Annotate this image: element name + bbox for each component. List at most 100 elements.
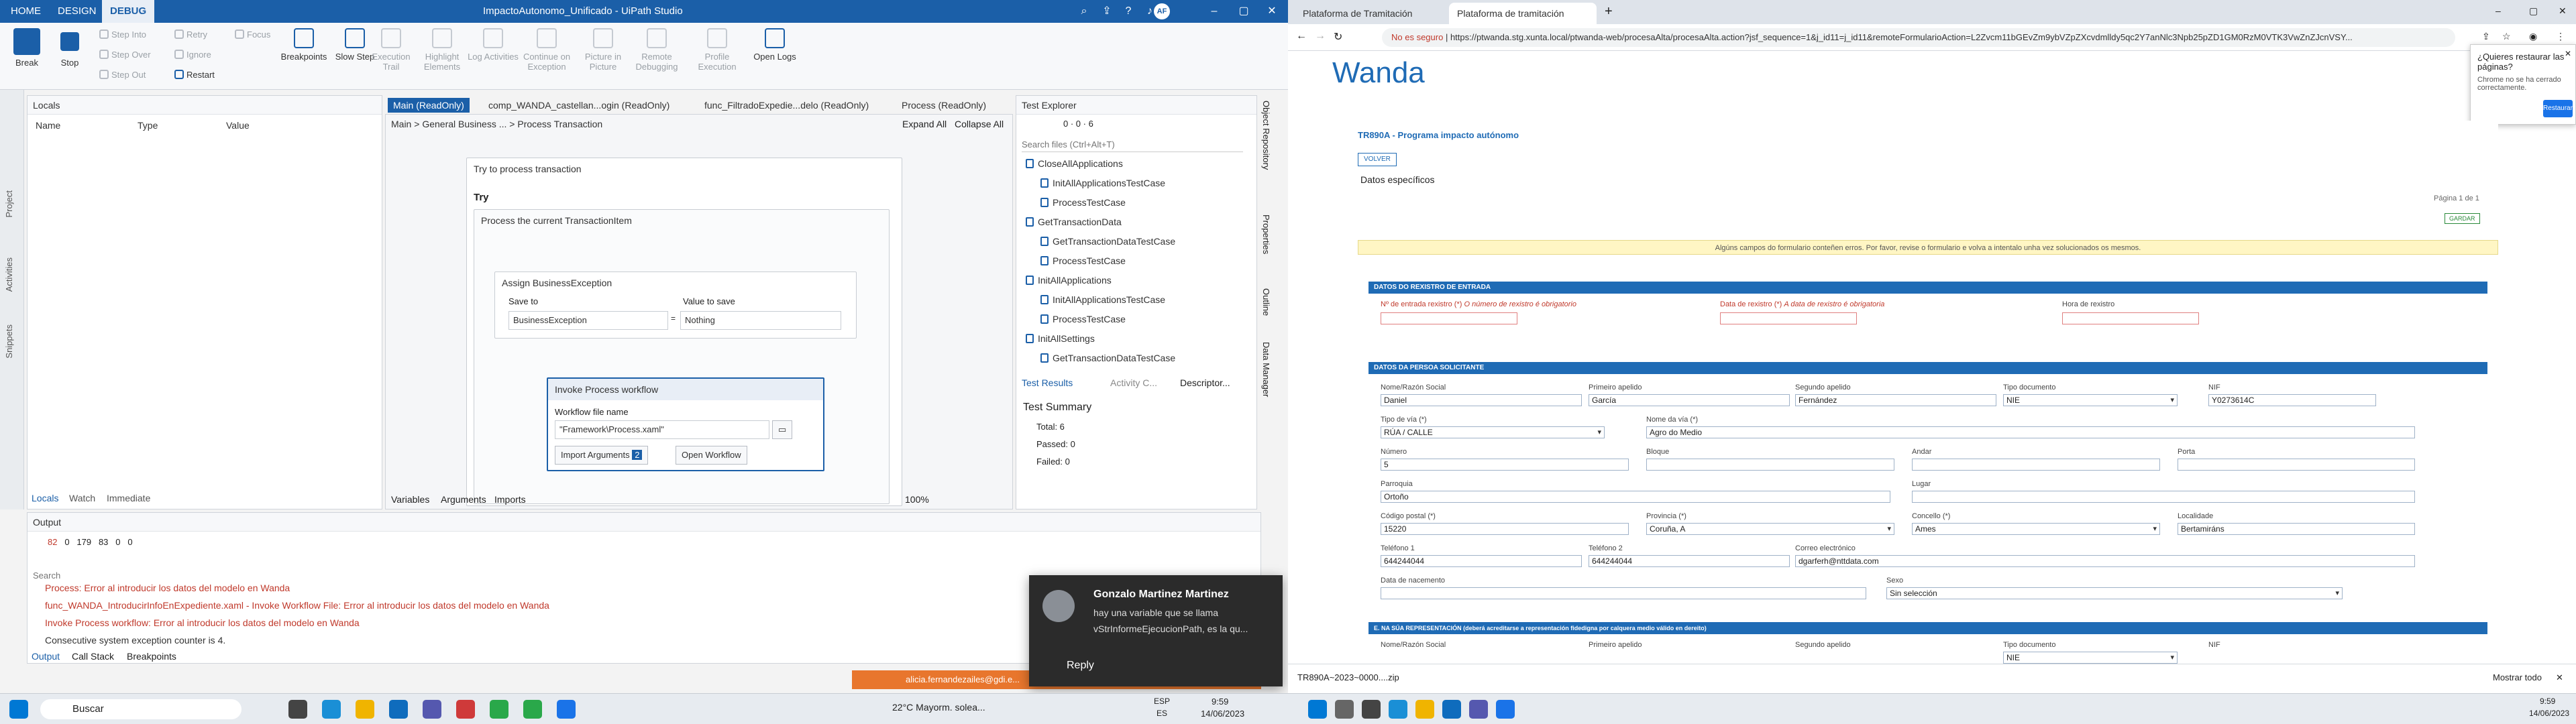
side-tab-project[interactable]: Project — [4, 190, 14, 217]
maximize-icon[interactable]: ▢ — [2529, 5, 2538, 17]
restart-button[interactable]: Restart — [174, 67, 215, 83]
file-explorer-icon[interactable] — [1415, 700, 1434, 719]
breadcrumb-main[interactable]: Main — [391, 119, 411, 129]
outlook-icon[interactable] — [389, 700, 408, 719]
process-current-activity[interactable]: Process the current TransactionItem Assi… — [474, 209, 890, 504]
lugar-input[interactable] — [1912, 491, 2415, 503]
edge-icon[interactable] — [1389, 700, 1407, 719]
breadcrumb-process[interactable]: Process Transaction — [517, 119, 602, 129]
zoom-level[interactable]: 100% — [905, 494, 929, 505]
watch-bottom-tab[interactable]: Watch — [69, 493, 95, 503]
tab-design[interactable]: DESIGN — [50, 0, 105, 23]
browser-tab-1[interactable]: Plataforma de Tramitación — [1295, 3, 1442, 24]
save-to-field[interactable]: BusinessException — [508, 311, 668, 330]
lang-2[interactable]: ES — [1157, 709, 1167, 718]
breakpoints-tab[interactable]: Breakpoints — [127, 651, 176, 662]
execution-trail-button[interactable]: Execution Trail — [365, 28, 417, 72]
concello-select[interactable]: Ames — [1912, 523, 2160, 535]
open-workflow-button[interactable]: Open Workflow — [676, 446, 747, 465]
minimize-icon[interactable]: – — [2496, 5, 2501, 16]
focus-button[interactable]: Focus — [235, 27, 270, 43]
reload-icon[interactable]: ↻ — [1334, 30, 1342, 44]
try-process-activity[interactable]: Try to process transaction Try Process t… — [466, 158, 902, 506]
side-tab-object-repository[interactable]: Object Repository — [1261, 101, 1271, 170]
side-tab-activities[interactable]: Activities — [4, 257, 14, 292]
doc-tab-func-filtrado[interactable]: func_FiltradoExpedie...delo (ReadOnly) — [699, 98, 874, 113]
back-button[interactable]: VOLVER — [1358, 153, 1397, 166]
retry-button[interactable]: Retry — [174, 27, 207, 43]
side-tab-snippets[interactable]: Snippets — [4, 324, 14, 359]
apel2-input[interactable]: Fernández — [1795, 394, 1996, 406]
other-count[interactable]: 0 — [127, 537, 132, 547]
teams-icon[interactable] — [423, 700, 441, 719]
activity-coverage-tab[interactable]: Activity C... — [1110, 377, 1157, 388]
teams-icon[interactable] — [1469, 700, 1488, 719]
verbose-count[interactable]: 0 — [115, 537, 120, 547]
close-icon[interactable]: ✕ — [1258, 0, 1285, 23]
uipath-assistant-icon[interactable] — [456, 700, 475, 719]
warning-count[interactable]: 0 — [64, 537, 69, 547]
output-search-input[interactable] — [33, 568, 1039, 583]
status-user[interactable]: alicia.fernandezailes@gdi.e... — [906, 674, 1020, 684]
collapse-all-link[interactable]: Collapse All — [955, 119, 1004, 129]
test-results-tab[interactable]: Test Results — [1022, 377, 1073, 388]
step-into-button[interactable]: Step Into — [99, 27, 146, 43]
profile-execution-button[interactable]: Profile Execution — [691, 28, 743, 72]
step-over-button[interactable]: Step Over — [99, 47, 151, 63]
taskbar-search[interactable]: Buscar — [40, 699, 241, 719]
reg-time-input[interactable] — [2062, 312, 2199, 324]
step-out-button[interactable]: Step Out — [99, 67, 146, 83]
nomevia-input[interactable]: Agro do Medio — [1646, 426, 2415, 438]
studio-icon[interactable] — [490, 700, 508, 719]
locals-col-value[interactable]: Value — [226, 120, 250, 131]
menu-icon[interactable]: ⋮ — [2556, 31, 2565, 42]
close-icon[interactable]: ✕ — [2559, 5, 2567, 17]
back-icon[interactable]: ← — [1296, 30, 1307, 42]
razon-input[interactable]: Daniel — [1381, 394, 1582, 406]
save-button[interactable]: GARDAR — [2445, 213, 2480, 224]
app-icon[interactable] — [523, 700, 542, 719]
show-all-button[interactable]: Mostrar todo — [2493, 672, 2542, 682]
nacemento-input[interactable] — [1381, 587, 1866, 599]
tab-home[interactable]: HOME — [3, 0, 49, 23]
test-case-item[interactable]: GetTransactionDataTestCase — [1040, 234, 1175, 249]
tel2-input[interactable]: 644244044 — [1589, 555, 1790, 567]
file-explorer-icon[interactable] — [356, 700, 374, 719]
open-logs-button[interactable]: Open Logs — [749, 28, 801, 62]
picture-in-picture-button[interactable]: Picture in Picture — [577, 28, 629, 72]
forward-icon[interactable]: → — [1315, 30, 1326, 42]
side-tab-outline[interactable]: Outline — [1261, 288, 1271, 316]
info-count[interactable]: 179 — [76, 537, 91, 547]
trace-count[interactable]: 83 — [99, 537, 108, 547]
break-button[interactable]: Break — [8, 28, 46, 68]
side-tab-data-manager[interactable]: Data Manager — [1261, 342, 1271, 397]
close-icon[interactable]: ✕ — [2556, 672, 2563, 683]
test-case-item[interactable]: ProcessTestCase — [1040, 195, 1126, 210]
windows-icon[interactable] — [1308, 700, 1327, 719]
nif-input[interactable]: Y0273614C — [2208, 394, 2376, 406]
test-case-item[interactable]: ProcessTestCase — [1040, 253, 1126, 268]
test-search-input[interactable] — [1022, 137, 1243, 152]
porta-input[interactable] — [2178, 459, 2415, 471]
immediate-bottom-tab[interactable]: Immediate — [107, 493, 150, 503]
test-group-item[interactable]: GetTransactionData — [1026, 215, 1122, 229]
folder-icon[interactable]: ▭ — [772, 420, 793, 439]
teams-notification[interactable]: Gonzalo Martinez Martinez hay una variab… — [1029, 575, 1283, 686]
entry-no-input[interactable] — [1381, 312, 1517, 324]
profile-icon[interactable]: ◉ — [2529, 31, 2537, 42]
remote-debugging-button[interactable]: Remote Debugging — [631, 28, 683, 72]
doc-tab-process[interactable]: Process (ReadOnly) — [896, 98, 991, 113]
andar-input[interactable] — [1912, 459, 2160, 471]
continue-on-exception-button[interactable]: Continue on Exception — [521, 28, 573, 72]
avatar[interactable]: AF — [1154, 3, 1170, 19]
side-tab-properties[interactable]: Properties — [1261, 215, 1271, 254]
bookmark-icon[interactable]: ☆ — [2502, 31, 2511, 42]
breakpoints-button[interactable]: Breakpoints — [278, 28, 330, 62]
locals-bottom-tab[interactable]: Locals — [32, 493, 58, 503]
clock-date[interactable]: 14/06/2023 — [1201, 709, 1244, 719]
doc-tab-main[interactable]: Main (ReadOnly) — [388, 98, 470, 113]
locals-col-type[interactable]: Type — [138, 120, 158, 131]
task-view-icon[interactable] — [288, 700, 307, 719]
log-activities-button[interactable]: Log Activities — [467, 28, 519, 62]
variables-tab[interactable]: Variables — [391, 494, 429, 505]
